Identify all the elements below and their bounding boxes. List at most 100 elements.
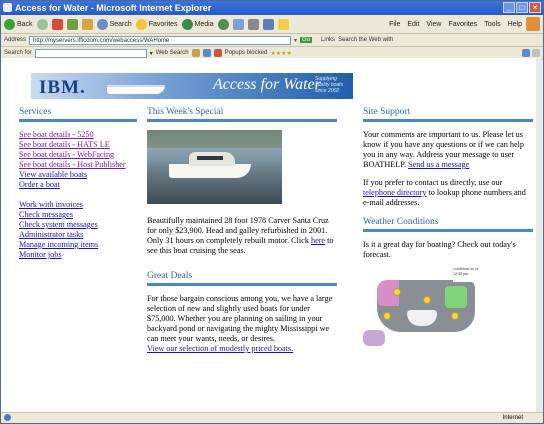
link-monitor-jobs[interactable]: Monitor jobs	[19, 250, 137, 260]
support-rule	[363, 119, 533, 122]
favorites-button[interactable]: Favorites	[135, 18, 178, 30]
sun-icon	[423, 296, 431, 304]
minimize-button[interactable]: _	[503, 2, 515, 13]
mail-icon[interactable]	[232, 18, 244, 30]
go-button[interactable]: Go	[300, 37, 313, 43]
home-icon[interactable]	[81, 18, 93, 30]
weather-rule	[363, 229, 533, 232]
folder-icon[interactable]	[277, 18, 289, 30]
deals-rule	[147, 283, 337, 286]
title-bar: Access for Water - Microsoft Internet Ex…	[1, 1, 543, 15]
window-controls: _ □ ×	[503, 2, 541, 13]
menu-help[interactable]: Help	[508, 21, 522, 28]
address-dropdown-icon[interactable]: ▾	[294, 37, 297, 44]
stop-icon[interactable]	[51, 18, 63, 30]
back-label: Back	[17, 20, 33, 28]
support-text: Your comments are important to us. Pleas…	[363, 130, 533, 170]
services-column: Services See boat details - 5250 See boa…	[19, 106, 137, 260]
edit-icon[interactable]	[262, 18, 274, 30]
media-label: Media	[194, 20, 214, 28]
banner-tagline: Supplying quality boats since 2002	[315, 76, 344, 94]
search-label: Search	[109, 20, 132, 28]
photo-hull	[169, 164, 251, 178]
window-title: Access for Water - Microsoft Internet Ex…	[15, 3, 212, 13]
media-button[interactable]: Media	[181, 18, 214, 30]
boat-photo[interactable]	[147, 130, 282, 204]
weather-map[interactable]: conditions as of: 12:40 pm	[363, 266, 487, 358]
map-east-region	[445, 286, 467, 308]
popups-blocked-label[interactable]: Popups blocked	[225, 50, 268, 56]
back-button[interactable]: Back	[4, 18, 33, 30]
find-icon[interactable]	[202, 49, 211, 57]
special-description: Beautifully maintained 28 foot 1978 Carv…	[147, 216, 337, 256]
link-boat-details-webfacing[interactable]: See boat details - WebFacing	[19, 150, 137, 160]
sun-icon	[383, 312, 391, 320]
directory-text: If you prefer to contact us directly, us…	[363, 178, 533, 208]
highlight-icon[interactable]	[191, 49, 200, 57]
extra-toolbar-icons	[522, 49, 540, 57]
search-web-button[interactable]: Search the Web with	[338, 37, 393, 43]
star-icon	[135, 18, 147, 30]
services-heading: Services	[19, 107, 52, 117]
toolbar-arrow-icon[interactable]	[532, 49, 540, 57]
ie-icon	[3, 3, 12, 12]
search-button[interactable]: Search	[96, 18, 132, 30]
map-alaska	[363, 330, 385, 346]
link-check-system-messages[interactable]: Check system messages	[19, 220, 137, 230]
print-icon[interactable]	[247, 18, 259, 30]
forward-arrow-icon[interactable]	[36, 18, 48, 30]
banner-title: Access for Water	[213, 76, 321, 93]
deals-description: For those bargain conscious among you, w…	[147, 294, 333, 343]
menu-tools[interactable]: Tools	[484, 21, 500, 28]
standard-toolbar: Back Search Favorites Media File Edit Vi…	[1, 15, 543, 34]
link-work-with-invoices[interactable]: Work with invoices	[19, 200, 137, 210]
favorites-label: Favorites	[148, 20, 178, 28]
link-boat-details-5250[interactable]: See boat details - 5250	[19, 130, 137, 140]
close-button[interactable]: ×	[529, 2, 541, 13]
link-send-message[interactable]: Send us a message	[408, 160, 469, 169]
toolbar-options-icon[interactable]	[522, 49, 530, 57]
link-boat-details-hats[interactable]: See boat details - HATS LE	[19, 140, 137, 150]
link-check-messages[interactable]: Check messages	[19, 210, 137, 220]
weather-text: Is it a great day for boating? Check out…	[363, 240, 516, 259]
address-input[interactable]: http://myservers.ifficdom.com/webaccess/…	[29, 35, 292, 45]
vertical-scrollbar[interactable]	[536, 58, 542, 415]
special-column: This Week's Special Beautifully maintain…	[147, 106, 337, 354]
special-rule	[147, 119, 337, 122]
sun-icon	[393, 288, 401, 296]
search-for-input[interactable]	[34, 48, 147, 58]
media-icon	[181, 18, 193, 30]
link-manage-incoming-items[interactable]: Manage incoming items	[19, 240, 137, 250]
links-label[interactable]: Links	[321, 37, 335, 43]
link-here[interactable]: here	[311, 236, 325, 245]
menu-bar: File Edit View Favorites Tools Help	[389, 21, 522, 28]
rating-stars-icon: ★★★★	[270, 50, 292, 57]
photo-window	[197, 156, 223, 160]
address-bar: Address http://myservers.ifficdom.com/we…	[1, 34, 543, 47]
site-banner: IBM. Access for Water Supplying quality …	[31, 73, 353, 99]
maximize-button[interactable]: □	[516, 2, 528, 13]
link-order-boat[interactable]: Order a boat	[19, 180, 137, 190]
link-telephone-directory[interactable]: telephone directory	[363, 188, 426, 197]
popup-blocker-icon[interactable]	[213, 49, 222, 57]
page-icon	[4, 413, 11, 421]
link-view-available-boats[interactable]: View available boats	[19, 170, 137, 180]
menu-file[interactable]: File	[389, 21, 400, 28]
search-dropdown-icon[interactable]: ▾	[150, 50, 153, 57]
menu-view[interactable]: View	[426, 21, 441, 28]
photo-shore	[147, 130, 282, 148]
menu-edit[interactable]: Edit	[407, 21, 419, 28]
special-heading: This Week's Special	[147, 107, 224, 117]
link-boat-details-host-publisher[interactable]: See boat details - Host Publisher	[19, 160, 137, 170]
link-administrator-tasks[interactable]: Administrator tasks	[19, 230, 137, 240]
browser-window: Access for Water - Microsoft Internet Ex…	[0, 0, 544, 424]
menu-favorites[interactable]: Favorites	[448, 21, 477, 28]
services-rule	[19, 119, 137, 122]
ibm-logo: IBM.	[39, 77, 86, 98]
special-text: Beautifully maintained 28 foot 1978 Carv…	[147, 216, 329, 245]
web-search-button[interactable]: Web Search	[156, 50, 189, 56]
link-modestly-priced-boats[interactable]: View our selection of modestly priced bo…	[147, 344, 337, 354]
search-icon	[96, 18, 108, 30]
history-icon[interactable]	[217, 18, 229, 30]
refresh-icon[interactable]	[66, 18, 78, 30]
